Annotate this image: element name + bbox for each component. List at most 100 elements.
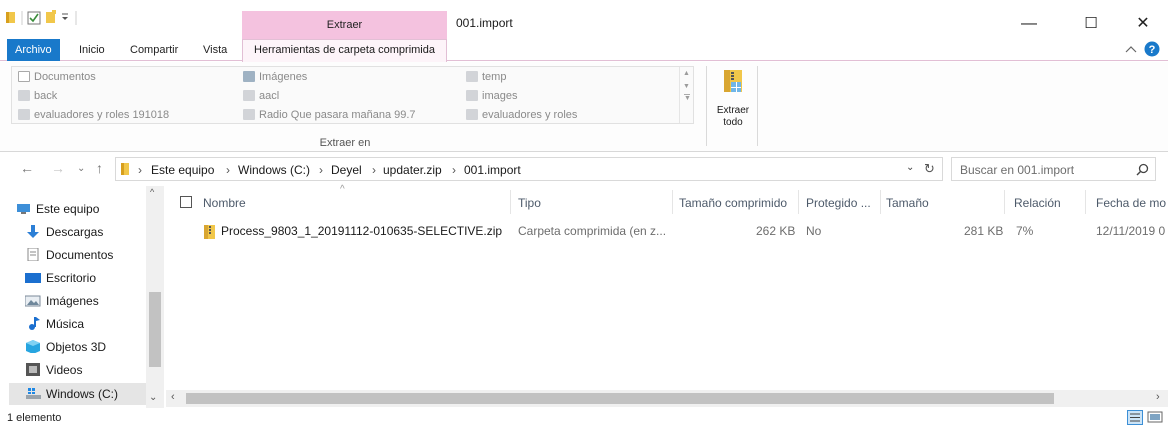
column-divider[interactable] bbox=[1085, 190, 1086, 214]
column-header-ratio[interactable]: Relación bbox=[1014, 196, 1061, 210]
folder-icon bbox=[243, 109, 255, 120]
gallery-item-aacl[interactable]: aacl bbox=[241, 87, 279, 105]
breadcrumb-001-import[interactable]: 001.import bbox=[464, 163, 521, 177]
nav-item-documentos[interactable]: Documentos bbox=[24, 244, 148, 266]
gallery-item-imagenes[interactable]: Imágenes bbox=[241, 68, 307, 86]
breadcrumb-updater-zip[interactable]: updater.zip bbox=[383, 163, 442, 177]
this-pc-icon bbox=[17, 204, 30, 214]
column-divider[interactable] bbox=[1004, 190, 1005, 214]
column-header-compressed-size[interactable]: Tamaño comprimido bbox=[679, 196, 787, 210]
column-header-date[interactable]: Fecha de mo bbox=[1096, 196, 1166, 210]
column-header-type[interactable]: Tipo bbox=[518, 196, 541, 210]
recent-locations-button[interactable]: ⌄ bbox=[77, 163, 85, 174]
large-icons-view-icon[interactable] bbox=[1147, 410, 1163, 425]
gallery-item-documentos[interactable]: Documentos bbox=[16, 68, 96, 86]
nav-item-windows-c[interactable]: Windows (C:) bbox=[9, 383, 164, 405]
item-count: 1 elemento bbox=[7, 412, 62, 424]
nav-item-videos[interactable]: Videos bbox=[24, 359, 148, 381]
crumb-separator: › bbox=[372, 163, 376, 177]
column-divider[interactable] bbox=[672, 190, 673, 214]
nav-item-imagenes[interactable]: Imágenes bbox=[24, 290, 148, 312]
breadcrumb-deyel[interactable]: Deyel bbox=[331, 163, 362, 177]
search-input[interactable]: Buscar en 001.import bbox=[960, 163, 1074, 177]
nav-item-escritorio[interactable]: Escritorio bbox=[24, 267, 148, 289]
zip-file-icon bbox=[204, 225, 215, 239]
tab-compressed-folder-tools[interactable]: Herramientas de carpeta comprimida bbox=[242, 39, 447, 62]
breadcrumb-windows-c[interactable]: Windows (C:) bbox=[238, 163, 310, 177]
gallery-item-evaluadores[interactable]: evaluadores y roles bbox=[464, 106, 577, 124]
tab-file[interactable]: Archivo bbox=[7, 39, 60, 61]
table-row[interactable]: Process_9803_1_20191112-010635-SELECTIVE… bbox=[170, 220, 1168, 244]
back-button[interactable]: ← bbox=[20, 160, 34, 176]
nav-item-label: Imágenes bbox=[46, 294, 99, 308]
collapse-ribbon-icon[interactable] bbox=[1125, 44, 1137, 54]
folder-icon bbox=[466, 109, 478, 120]
address-bar[interactable]: › Este equipo › Windows (C:) › Deyel › u… bbox=[115, 157, 943, 181]
column-divider[interactable] bbox=[510, 190, 511, 214]
column-header-name[interactable]: Nombre bbox=[203, 196, 246, 210]
nav-item-label: Objetos 3D bbox=[46, 340, 107, 354]
gallery-item-temp[interactable]: temp bbox=[464, 68, 506, 86]
window-title: 001.import bbox=[456, 16, 513, 30]
nav-item-label: Música bbox=[46, 317, 85, 331]
nav-item-musica[interactable]: Música bbox=[24, 313, 148, 335]
address-dropdown-icon[interactable]: ⌄ bbox=[906, 162, 914, 173]
extract-to-gallery: Documentos back evaluadores y roles 1910… bbox=[11, 66, 694, 124]
tab-home[interactable]: Inicio bbox=[79, 39, 105, 61]
gallery-item-radio[interactable]: Radio Que pasara mañana 99.7 bbox=[241, 106, 416, 124]
column-header-protected[interactable]: Protegido ... bbox=[806, 196, 871, 210]
crumb-separator: › bbox=[319, 163, 323, 177]
scroll-right-icon[interactable]: › bbox=[1156, 391, 1160, 403]
tab-share[interactable]: Compartir bbox=[130, 39, 178, 61]
help-icon[interactable]: ? bbox=[1144, 41, 1160, 57]
folder-icon bbox=[18, 109, 30, 120]
scroll-left-icon[interactable]: ‹ bbox=[171, 391, 175, 403]
close-button[interactable]: ✕ bbox=[1120, 10, 1166, 38]
scroll-up-icon[interactable]: ^ bbox=[150, 187, 154, 197]
folder-icon bbox=[18, 90, 30, 101]
minimize-button[interactable]: — bbox=[1006, 10, 1052, 38]
folder-icon bbox=[466, 71, 478, 82]
gallery-item-label: evaluadores y roles 191018 bbox=[34, 109, 170, 121]
search-icon[interactable] bbox=[1136, 163, 1149, 176]
music-icon bbox=[29, 317, 40, 330]
3d-objects-icon bbox=[26, 340, 40, 353]
scroll-down-icon[interactable]: ⌄ bbox=[149, 392, 157, 403]
refresh-icon[interactable]: ↻ bbox=[924, 161, 935, 177]
column-header-size[interactable]: Tamaño bbox=[886, 196, 929, 210]
drive-icon bbox=[26, 388, 41, 399]
tab-view[interactable]: Vista bbox=[203, 39, 227, 61]
documents-icon bbox=[27, 248, 39, 261]
content-scroll-thumb[interactable] bbox=[186, 393, 1054, 404]
gallery-down-icon[interactable]: ▼ bbox=[680, 83, 693, 90]
videos-icon bbox=[26, 363, 40, 376]
details-view-icon[interactable] bbox=[1127, 410, 1143, 425]
forward-button[interactable]: → bbox=[51, 160, 65, 176]
column-divider[interactable] bbox=[880, 190, 881, 214]
gallery-up-icon[interactable]: ▲ bbox=[680, 70, 693, 77]
extract-all-button[interactable]: Extraer todo bbox=[711, 66, 755, 136]
nav-item-descargas[interactable]: Descargas bbox=[24, 221, 148, 243]
nav-item-este-equipo[interactable]: Este equipo bbox=[14, 198, 146, 220]
gallery-scroll[interactable]: ▲ ▼ ▼ bbox=[679, 67, 693, 123]
up-button[interactable]: ↑ bbox=[96, 160, 103, 176]
gallery-more-icon[interactable]: ▼ bbox=[684, 94, 691, 102]
select-all-checkbox[interactable] bbox=[180, 196, 192, 208]
gallery-item-images[interactable]: images bbox=[464, 87, 517, 105]
maximize-button[interactable]: ☐ bbox=[1068, 10, 1114, 38]
navigation-pane: Este equipo Descargas Documentos Escrito… bbox=[0, 186, 164, 408]
folder-icon bbox=[243, 90, 255, 101]
gallery-item-back[interactable]: back bbox=[16, 87, 57, 105]
nav-scroll-thumb[interactable] bbox=[149, 292, 161, 367]
column-divider[interactable] bbox=[798, 190, 799, 214]
breadcrumb-este-equipo[interactable]: Este equipo bbox=[151, 163, 214, 177]
ribbon-separator bbox=[706, 66, 707, 146]
content-horizontal-scrollbar[interactable]: ‹ › bbox=[166, 390, 1168, 407]
nav-item-label: Escritorio bbox=[46, 271, 97, 285]
gallery-item-evaluadores-191018[interactable]: evaluadores y roles 191018 bbox=[16, 106, 169, 124]
quick-access-toolbar[interactable] bbox=[6, 9, 126, 27]
file-name[interactable]: Process_9803_1_20191112-010635-SELECTIVE… bbox=[221, 224, 502, 238]
nav-item-objetos-3d[interactable]: Objetos 3D bbox=[24, 336, 148, 358]
search-box[interactable]: Buscar en 001.import bbox=[951, 157, 1156, 181]
nav-scrollbar[interactable]: ^ ⌄ bbox=[146, 186, 164, 408]
